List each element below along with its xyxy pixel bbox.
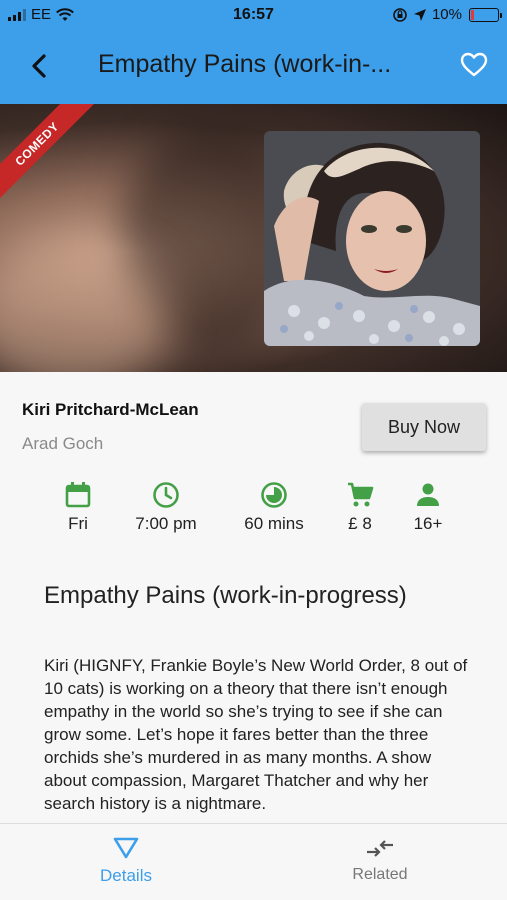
- venue-name: Arad Goch: [22, 434, 104, 453]
- header: EE 16:57 10% Empathy Pains (work-in-...: [0, 0, 507, 104]
- favorite-heart-icon[interactable]: [459, 50, 489, 80]
- battery-percent: 10%: [431, 6, 462, 23]
- nav-related-label: Related: [352, 866, 408, 883]
- fact-duration: 60 mins: [224, 480, 324, 534]
- location-icon: [413, 8, 426, 21]
- triangle-icon: [113, 837, 139, 859]
- buy-now-button[interactable]: Buy Now: [362, 403, 486, 451]
- bottom-navigation: Details Related: [0, 823, 507, 900]
- performer-name: Kiri Pritchard-McLean: [22, 400, 199, 419]
- compare-arrows-icon: [367, 840, 393, 857]
- person-icon: [417, 483, 439, 506]
- fact-day-label: Fri: [68, 514, 88, 533]
- cart-icon: [348, 482, 374, 507]
- description-title: Empathy Pains (work-in-progress): [44, 582, 407, 609]
- hero-banner: COMEDY: [0, 104, 507, 372]
- duration-icon: [261, 482, 287, 508]
- fact-price-label: £ 8: [348, 514, 372, 533]
- fact-age-label: 16+: [413, 514, 443, 533]
- fact-day: Fri: [28, 480, 128, 534]
- clock-icon: [153, 482, 179, 508]
- description-body: Kiri (HIGNFY, Frankie Boyle’s New World …: [44, 656, 468, 813]
- rotation-lock-icon: [393, 7, 407, 22]
- app-bar: Empathy Pains (work-in-...: [0, 36, 507, 96]
- fact-duration-label: 60 mins: [244, 514, 304, 533]
- fact-time-label: 7:00 pm: [135, 514, 197, 533]
- fact-age: 16+: [378, 480, 478, 534]
- back-arrow-icon[interactable]: [22, 48, 58, 84]
- nav-related-tab[interactable]: Related: [310, 838, 450, 884]
- nav-details-tab[interactable]: Details: [56, 836, 196, 886]
- performer-photo: [264, 131, 480, 346]
- nav-details-label: Details: [100, 866, 152, 885]
- status-bar: EE 16:57 10%: [0, 0, 507, 30]
- event-facts: Fri 7:00 pm 60 mins £ 8 16+: [0, 480, 507, 540]
- page-title: Empathy Pains (work-in-...: [98, 50, 392, 78]
- category-ribbon: COMEDY: [0, 104, 99, 206]
- battery-icon: [469, 7, 502, 22]
- calendar-icon: [65, 482, 91, 508]
- fact-time: 7:00 pm: [116, 480, 216, 534]
